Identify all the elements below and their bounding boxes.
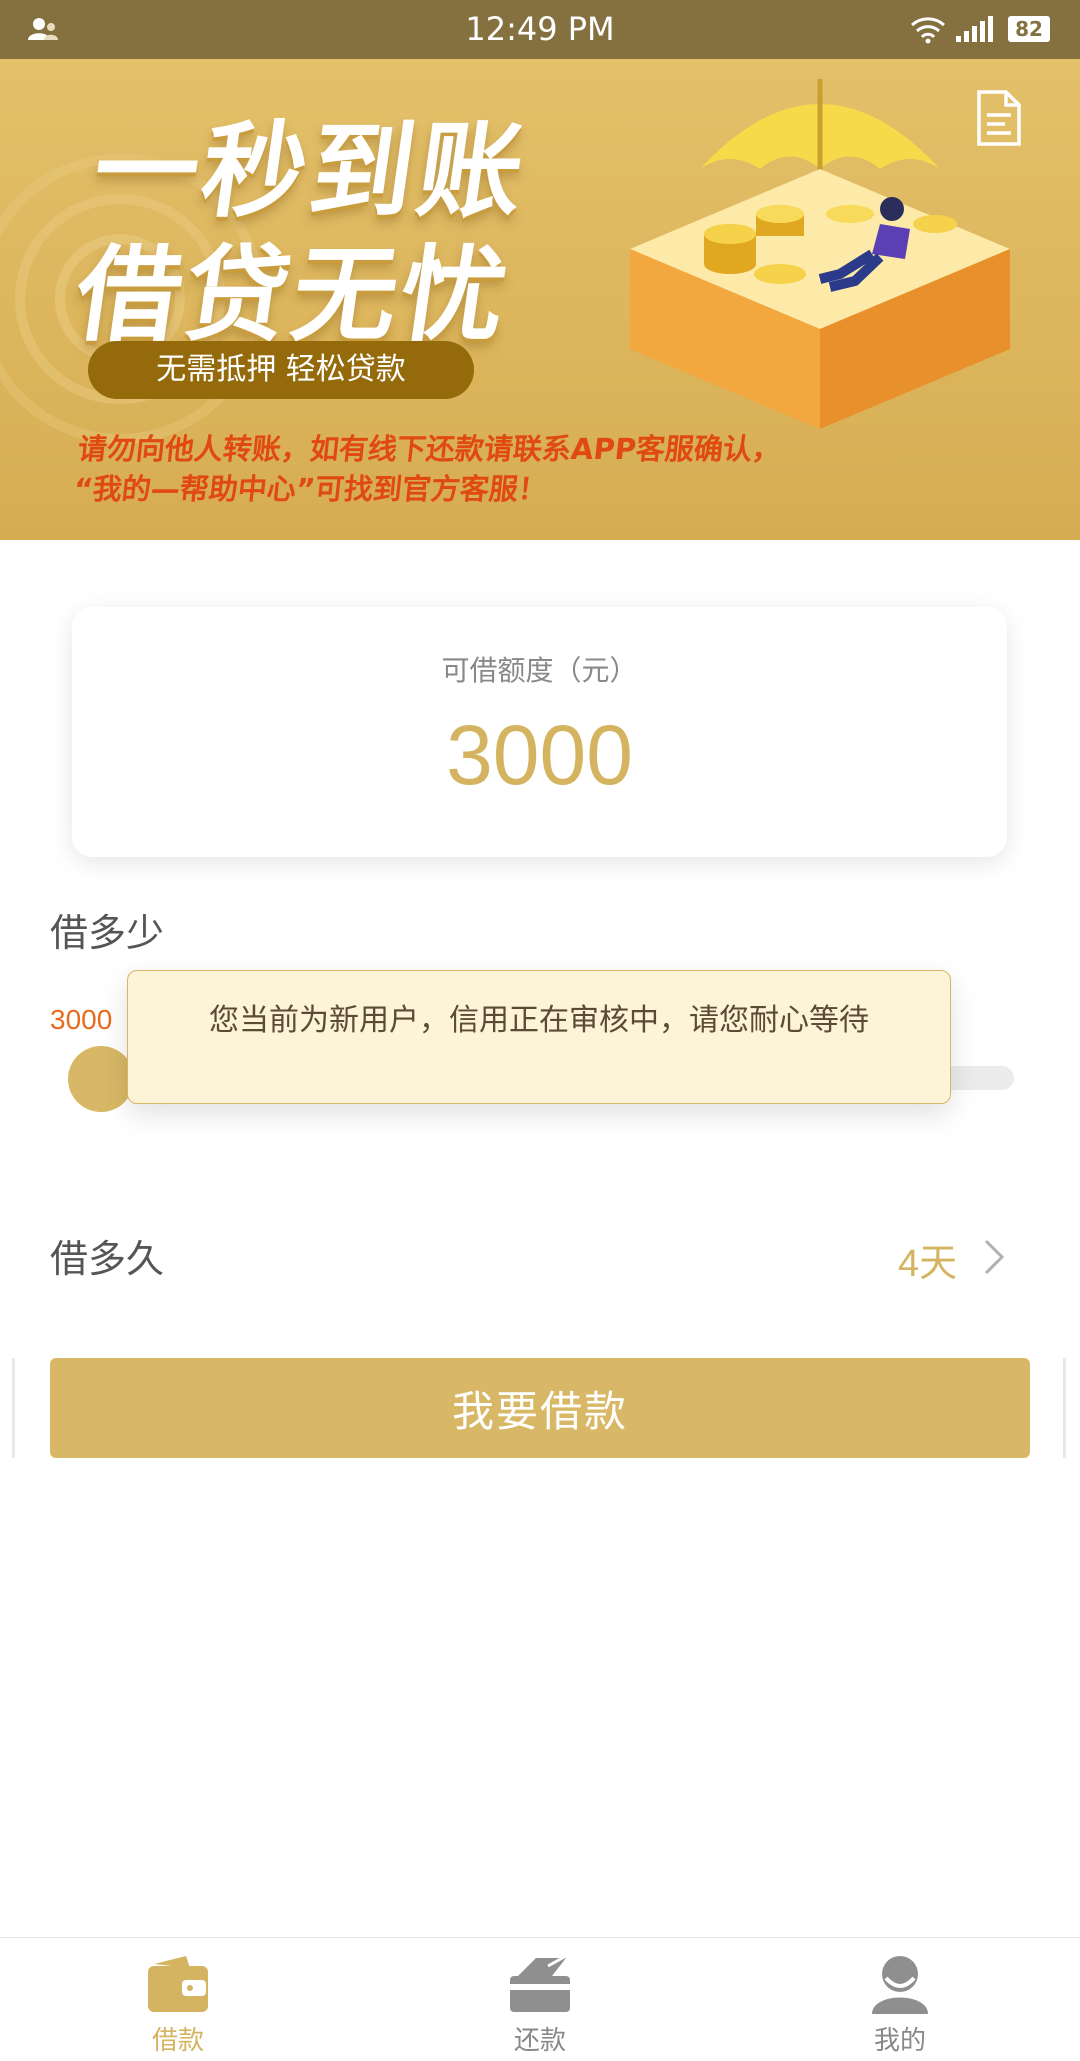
amount-slider-thumb[interactable] — [68, 1046, 134, 1112]
wallet-icon — [146, 1954, 210, 2020]
review-toast: 您当前为新用户，信用正在审核中，请您耐心等待 — [127, 970, 951, 1104]
button-edge-left — [12, 1358, 15, 1458]
tab-mine[interactable]: 我的 — [800, 1938, 1000, 2061]
signal-icon — [956, 16, 996, 48]
slogan-line-2: 借贷无忧 — [68, 234, 518, 356]
button-edge-right — [1063, 1358, 1066, 1458]
battery-level: 82 — [1008, 16, 1050, 42]
credit-limit-label: 可借额度（元） — [441, 654, 638, 687]
borrow-duration-title: 借多久 — [50, 1237, 165, 1281]
chevron-right-icon[interactable] — [982, 1237, 1006, 1281]
promo-banner[interactable]: 一秒到账 借贷无忧 无需抵押 轻松贷款 请勿向他人转账，如有线下还款请联系APP… — [0, 59, 1080, 540]
document-icon[interactable] — [976, 89, 1022, 151]
credit-limit-card: 可借额度（元） 3000 — [72, 607, 1007, 857]
tab-repay-label: 还款 — [513, 2026, 566, 2056]
tab-mine-label: 我的 — [873, 2026, 926, 2056]
borrow-submit-button[interactable]: 我要借款 — [50, 1358, 1030, 1458]
tab-borrow[interactable]: 借款 — [78, 1938, 278, 2061]
tab-borrow-label: 借款 — [151, 2026, 204, 2056]
banner-pill: 无需抵押 轻松贷款 — [88, 341, 474, 399]
tab-repay[interactable]: 还款 — [440, 1938, 640, 2061]
status-bar: 12:49 PM 82 — [0, 0, 1080, 59]
user-icon — [868, 1954, 932, 2020]
umbrella-coins-illustration — [610, 59, 1030, 493]
borrow-amount-title: 借多少 — [50, 911, 165, 955]
credit-limit-value: 3000 — [446, 708, 633, 802]
slider-min-label: 3000 — [50, 1004, 113, 1035]
duration-value[interactable]: 4天 — [898, 1232, 957, 1287]
wifi-icon — [910, 16, 946, 48]
tab-bar: 借款 还款 我的 — [0, 1937, 1080, 2061]
slogan-line-1: 一秒到账 — [86, 110, 536, 232]
card-return-icon — [508, 1954, 572, 2020]
banner-slogan: 一秒到账 借贷无忧 — [69, 109, 664, 357]
